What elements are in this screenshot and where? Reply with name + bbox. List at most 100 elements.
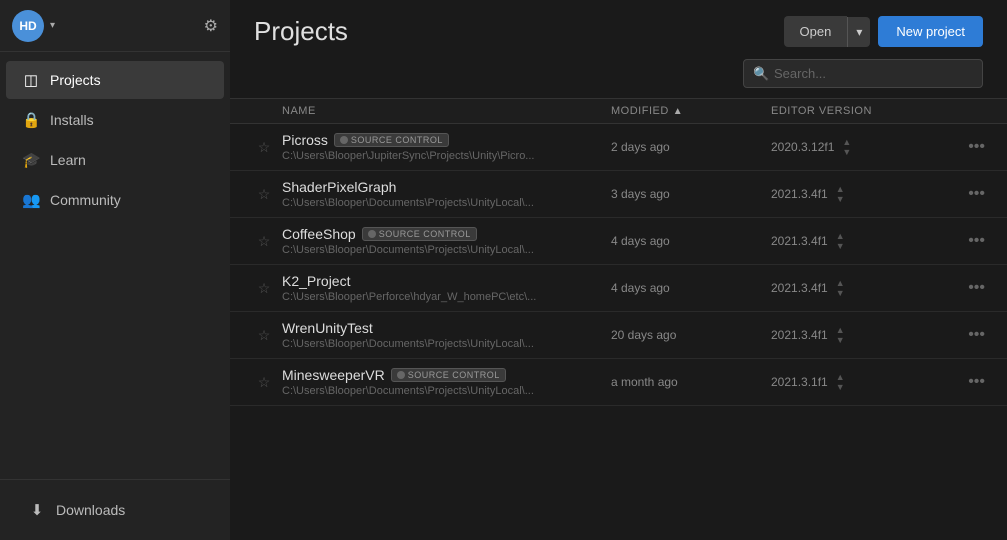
arrow-down-icon: ▼ — [836, 241, 845, 251]
col-modified-header[interactable]: MODIFIED ▲ — [611, 105, 771, 117]
row-actions: ••• — [931, 277, 991, 299]
project-name-row: Picross SOURCE CONTROL — [282, 132, 611, 148]
avatar[interactable]: HD — [12, 10, 44, 42]
arrow-down-icon: ▼ — [836, 288, 845, 298]
editor-version-arrows[interactable]: ▲ ▼ — [836, 231, 845, 251]
editor-version-text: 2021.3.1f1 — [771, 375, 828, 389]
table-row[interactable]: ☆ K2_Project C:\Users\Blooper\Perforce\h… — [230, 265, 1007, 312]
gear-icon[interactable]: ⚙ — [204, 16, 218, 36]
community-icon: 👥 — [22, 191, 40, 209]
project-info: WrenUnityTest C:\Users\Blooper\Documents… — [282, 320, 611, 350]
editor-version-text: 2021.3.4f1 — [771, 187, 828, 201]
project-path: C:\Users\Blooper\Documents\Projects\Unit… — [282, 385, 611, 397]
search-input[interactable] — [743, 59, 983, 88]
sort-arrow: ▲ — [673, 106, 683, 117]
editor-version-arrows[interactable]: ▲ ▼ — [836, 325, 845, 345]
editor-version-text: 2021.3.4f1 — [771, 234, 828, 248]
sidebar-header: HD ▾ ⚙ — [0, 0, 230, 52]
source-control-badge: SOURCE CONTROL — [391, 368, 506, 382]
editor-version-arrows[interactable]: ▲ ▼ — [836, 184, 845, 204]
star-button[interactable]: ☆ — [246, 374, 282, 391]
new-project-button[interactable]: New project — [878, 16, 983, 47]
table-row[interactable]: ☆ WrenUnityTest C:\Users\Blooper\Documen… — [230, 312, 1007, 359]
sidebar-item-installs[interactable]: 🔒 Installs — [6, 101, 224, 139]
row-menu-button[interactable]: ••• — [962, 230, 991, 252]
sidebar-item-learn[interactable]: 🎓 Learn — [6, 141, 224, 179]
projects-icon: ◫ — [22, 71, 40, 89]
star-button[interactable]: ☆ — [246, 327, 282, 344]
row-actions: ••• — [931, 371, 991, 393]
project-editor-version: 2020.3.12f1 ▲ ▼ — [771, 137, 931, 157]
main-content: Projects Open ▾ New project 🔍 NAME MODIF… — [230, 0, 1007, 540]
arrow-up-icon: ▲ — [836, 325, 845, 335]
sidebar-item-downloads[interactable]: ⬇ Downloads — [12, 491, 218, 529]
project-modified: 20 days ago — [611, 328, 771, 342]
arrow-down-icon: ▼ — [842, 147, 851, 157]
sidebar-item-label-projects: Projects — [50, 72, 101, 88]
project-name-row: K2_Project — [282, 273, 611, 289]
source-control-badge: SOURCE CONTROL — [334, 133, 449, 147]
editor-version-arrows[interactable]: ▲ ▼ — [836, 372, 845, 392]
sidebar-item-label-community: Community — [50, 192, 121, 208]
table-header: NAME MODIFIED ▲ EDITOR VERSION — [230, 98, 1007, 124]
project-editor-version: 2021.3.4f1 ▲ ▼ — [771, 325, 931, 345]
installs-icon: 🔒 — [22, 111, 40, 129]
project-modified: 2 days ago — [611, 140, 771, 154]
project-path: C:\Users\Blooper\Documents\Projects\Unit… — [282, 244, 611, 256]
project-modified: 3 days ago — [611, 187, 771, 201]
arrow-up-icon: ▲ — [836, 278, 845, 288]
table-row[interactable]: ☆ MinesweeperVR SOURCE CONTROL C:\Users\… — [230, 359, 1007, 406]
search-wrapper: 🔍 — [743, 59, 983, 88]
arrow-up-icon: ▲ — [842, 137, 851, 147]
project-info: K2_Project C:\Users\Blooper\Perforce\hdy… — [282, 273, 611, 303]
project-name: K2_Project — [282, 273, 350, 289]
project-name: MinesweeperVR — [282, 367, 385, 383]
row-actions: ••• — [931, 136, 991, 158]
project-editor-version: 2021.3.4f1 ▲ ▼ — [771, 278, 931, 298]
table-row[interactable]: ☆ Picross SOURCE CONTROL C:\Users\Bloope… — [230, 124, 1007, 171]
project-info: Picross SOURCE CONTROL C:\Users\Blooper\… — [282, 132, 611, 162]
search-bar-area: 🔍 — [230, 59, 1007, 98]
col-editor-header[interactable]: EDITOR VERSION — [771, 105, 931, 117]
editor-version-text: 2021.3.4f1 — [771, 328, 828, 342]
project-name-row: WrenUnityTest — [282, 320, 611, 336]
project-name: CoffeeShop — [282, 226, 356, 242]
star-button[interactable]: ☆ — [246, 139, 282, 156]
project-editor-version: 2021.3.1f1 ▲ ▼ — [771, 372, 931, 392]
project-modified: 4 days ago — [611, 281, 771, 295]
row-menu-button[interactable]: ••• — [962, 324, 991, 346]
row-actions: ••• — [931, 230, 991, 252]
header-actions: Open ▾ New project — [784, 16, 983, 47]
star-button[interactable]: ☆ — [246, 233, 282, 250]
editor-version-arrows[interactable]: ▲ ▼ — [842, 137, 851, 157]
star-button[interactable]: ☆ — [246, 280, 282, 297]
row-menu-button[interactable]: ••• — [962, 277, 991, 299]
row-menu-button[interactable]: ••• — [962, 183, 991, 205]
project-name-row: ShaderPixelGraph — [282, 179, 611, 195]
arrow-up-icon: ▲ — [836, 231, 845, 241]
search-icon: 🔍 — [753, 66, 769, 82]
row-menu-button[interactable]: ••• — [962, 136, 991, 158]
avatar-dropdown-arrow[interactable]: ▾ — [50, 20, 55, 31]
open-button[interactable]: Open — [784, 16, 848, 47]
table-row[interactable]: ☆ CoffeeShop SOURCE CONTROL C:\Users\Blo… — [230, 218, 1007, 265]
project-path: C:\Users\Blooper\Perforce\hdyar_W_homePC… — [282, 291, 611, 303]
project-name: WrenUnityTest — [282, 320, 373, 336]
editor-version-arrows[interactable]: ▲ ▼ — [836, 278, 845, 298]
arrow-down-icon: ▼ — [836, 194, 845, 204]
sidebar-item-community[interactable]: 👥 Community — [6, 181, 224, 219]
row-menu-button[interactable]: ••• — [962, 371, 991, 393]
project-modified: 4 days ago — [611, 234, 771, 248]
sidebar: HD ▾ ⚙ ◫ Projects 🔒 Installs 🎓 Learn 👥 C… — [0, 0, 230, 540]
table-row[interactable]: ☆ ShaderPixelGraph C:\Users\Blooper\Docu… — [230, 171, 1007, 218]
project-path: C:\Users\Blooper\JupiterSync\Projects\Un… — [282, 150, 611, 162]
project-path: C:\Users\Blooper\Documents\Projects\Unit… — [282, 197, 611, 209]
open-dropdown-button[interactable]: ▾ — [847, 17, 870, 47]
sidebar-item-projects[interactable]: ◫ Projects — [6, 61, 224, 99]
star-button[interactable]: ☆ — [246, 186, 282, 203]
sidebar-item-label-learn: Learn — [50, 152, 86, 168]
project-info: MinesweeperVR SOURCE CONTROL C:\Users\Bl… — [282, 367, 611, 397]
col-name-header[interactable]: NAME — [282, 105, 611, 117]
row-actions: ••• — [931, 324, 991, 346]
project-name: ShaderPixelGraph — [282, 179, 396, 195]
